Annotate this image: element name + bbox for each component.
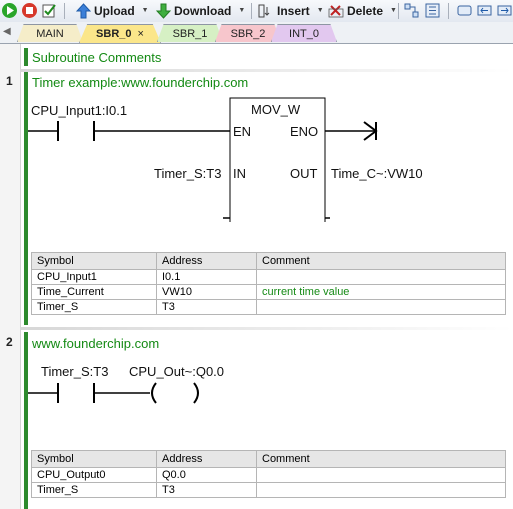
comment-cell[interactable] (256, 269, 506, 285)
symbol-cell[interactable]: Timer_S (31, 299, 157, 315)
chevron-down-icon[interactable]: ▼ (390, 7, 397, 14)
table-row[interactable]: Time_Current VW10 current time value (31, 284, 506, 300)
column-header-symbol: Symbol (31, 252, 157, 270)
in-operand[interactable]: Timer_S:T3 (154, 166, 221, 181)
download-button[interactable]: Download ▼ (156, 2, 245, 19)
run-icon[interactable] (2, 3, 17, 18)
symbol-cell[interactable]: Time_Current (31, 284, 157, 300)
upload-button[interactable]: Upload ▼ (76, 2, 149, 19)
table-row[interactable]: Timer_S T3 (31, 299, 506, 315)
download-label: Download (174, 3, 232, 18)
table-row[interactable]: CPU_Output0 Q0.0 (31, 467, 506, 483)
network-icon[interactable] (404, 3, 419, 18)
toolbar-separator (448, 3, 449, 19)
network-comment[interactable]: www.founderchip.com (32, 336, 159, 351)
column-header-comment: Comment (256, 450, 506, 468)
address-cell[interactable]: T3 (156, 299, 257, 315)
toolbar-separator (251, 3, 252, 19)
upload-label: Upload (94, 3, 135, 18)
back-icon[interactable] (477, 3, 492, 18)
tab-sbr-1[interactable]: SBR_1 (157, 24, 223, 42)
tab-label: SBR_1 (172, 27, 208, 40)
address-cell[interactable]: T3 (156, 482, 257, 498)
column-header-address: Address (156, 450, 257, 468)
column-header-symbol: Symbol (31, 450, 157, 468)
insert-label: Insert (277, 3, 310, 18)
column-header-address: Address (156, 252, 257, 270)
forward-icon[interactable] (497, 3, 512, 18)
chevron-down-icon[interactable]: ▼ (317, 7, 324, 14)
comment-marker (24, 48, 28, 66)
toolbar-separator (398, 3, 399, 19)
column-header-comment: Comment (256, 252, 506, 270)
delete-label: Delete (347, 3, 384, 18)
power-rail (24, 332, 28, 509)
pin-out: OUT (290, 166, 318, 181)
symbol-table-header: Symbol Address Comment (31, 450, 506, 468)
symbol-table: Symbol Address Comment CPU_Output0 Q0.0 … (31, 450, 506, 498)
upload-arrow-icon (76, 2, 91, 18)
table-row[interactable]: CPU_Input1 I0.1 (31, 269, 506, 285)
network-comment[interactable]: Timer example:www.founderchip.com (32, 75, 248, 90)
chevron-down-icon[interactable]: ▼ (142, 7, 149, 14)
ladder-rung-2 (28, 382, 199, 404)
comment-cell[interactable]: current time value (256, 284, 506, 300)
tab-bar: ◀ MAIN SBR_0 × SBR_1 SBR_2 INT_0 (0, 22, 513, 44)
table-row[interactable]: Timer_S T3 (31, 482, 506, 498)
box-title: MOV_W (251, 102, 301, 117)
symbol-table: Symbol Address Comment CPU_Input1 I0.1 T… (31, 252, 506, 315)
toolbar: Upload ▼ Download ▼ Insert ▼ Delete ▼ (0, 0, 513, 23)
tab-main[interactable]: MAIN (17, 24, 83, 42)
comment-cell[interactable] (256, 467, 506, 483)
network-number: 1 (6, 74, 13, 88)
tab-label: SBR_0 (96, 28, 132, 40)
address-cell[interactable]: I0.1 (156, 269, 257, 285)
out-operand[interactable]: Time_C~:VW10 (331, 166, 423, 181)
stop-icon[interactable] (22, 3, 37, 18)
tab-int-0[interactable]: INT_0 (271, 24, 337, 42)
insert-icon (258, 4, 270, 17)
pin-en: EN (233, 124, 252, 139)
network-divider (20, 327, 513, 330)
symbol-cell[interactable]: CPU_Input1 (31, 269, 157, 285)
subroutine-comment[interactable]: Subroutine Comments (32, 50, 161, 65)
pin-eno: ENO (290, 124, 319, 139)
ladder-editor: Subroutine Comments 1 Timer example:www.… (0, 44, 513, 509)
tab-sbr-0[interactable]: SBR_0 × (79, 24, 161, 43)
tab-sbr-2[interactable]: SBR_2 (215, 24, 281, 42)
download-arrow-icon (156, 3, 171, 19)
ladder-rung-1 (28, 97, 378, 222)
delete-button[interactable]: Delete ▼ (328, 2, 397, 19)
structure-icon[interactable] (425, 3, 440, 18)
network-gutter (0, 44, 21, 509)
delete-icon (328, 4, 344, 17)
tab-label: MAIN (36, 27, 64, 40)
toolbar-separator (64, 3, 65, 19)
address-cell[interactable]: Q0.0 (156, 467, 257, 483)
symbol-cell[interactable]: CPU_Output0 (31, 467, 157, 483)
address-cell[interactable]: VW10 (156, 284, 257, 300)
network-number: 2 (6, 335, 13, 349)
network-divider (20, 69, 513, 72)
pin-in: IN (233, 166, 246, 181)
insert-button[interactable]: Insert ▼ (258, 2, 324, 19)
symbol-table-header: Symbol Address Comment (31, 252, 506, 270)
comment-cell[interactable] (256, 482, 506, 498)
window-icon[interactable] (457, 3, 472, 18)
comment-cell[interactable] (256, 299, 506, 315)
tab-label: SBR_2 (230, 27, 266, 40)
compile-icon[interactable] (42, 3, 57, 18)
close-icon[interactable]: × (138, 28, 144, 40)
tab-label: INT_0 (289, 27, 319, 40)
symbol-cell[interactable]: Timer_S (31, 482, 157, 498)
tab-scroll-left-icon[interactable]: ◀ (3, 26, 11, 37)
chevron-down-icon[interactable]: ▼ (238, 7, 245, 14)
